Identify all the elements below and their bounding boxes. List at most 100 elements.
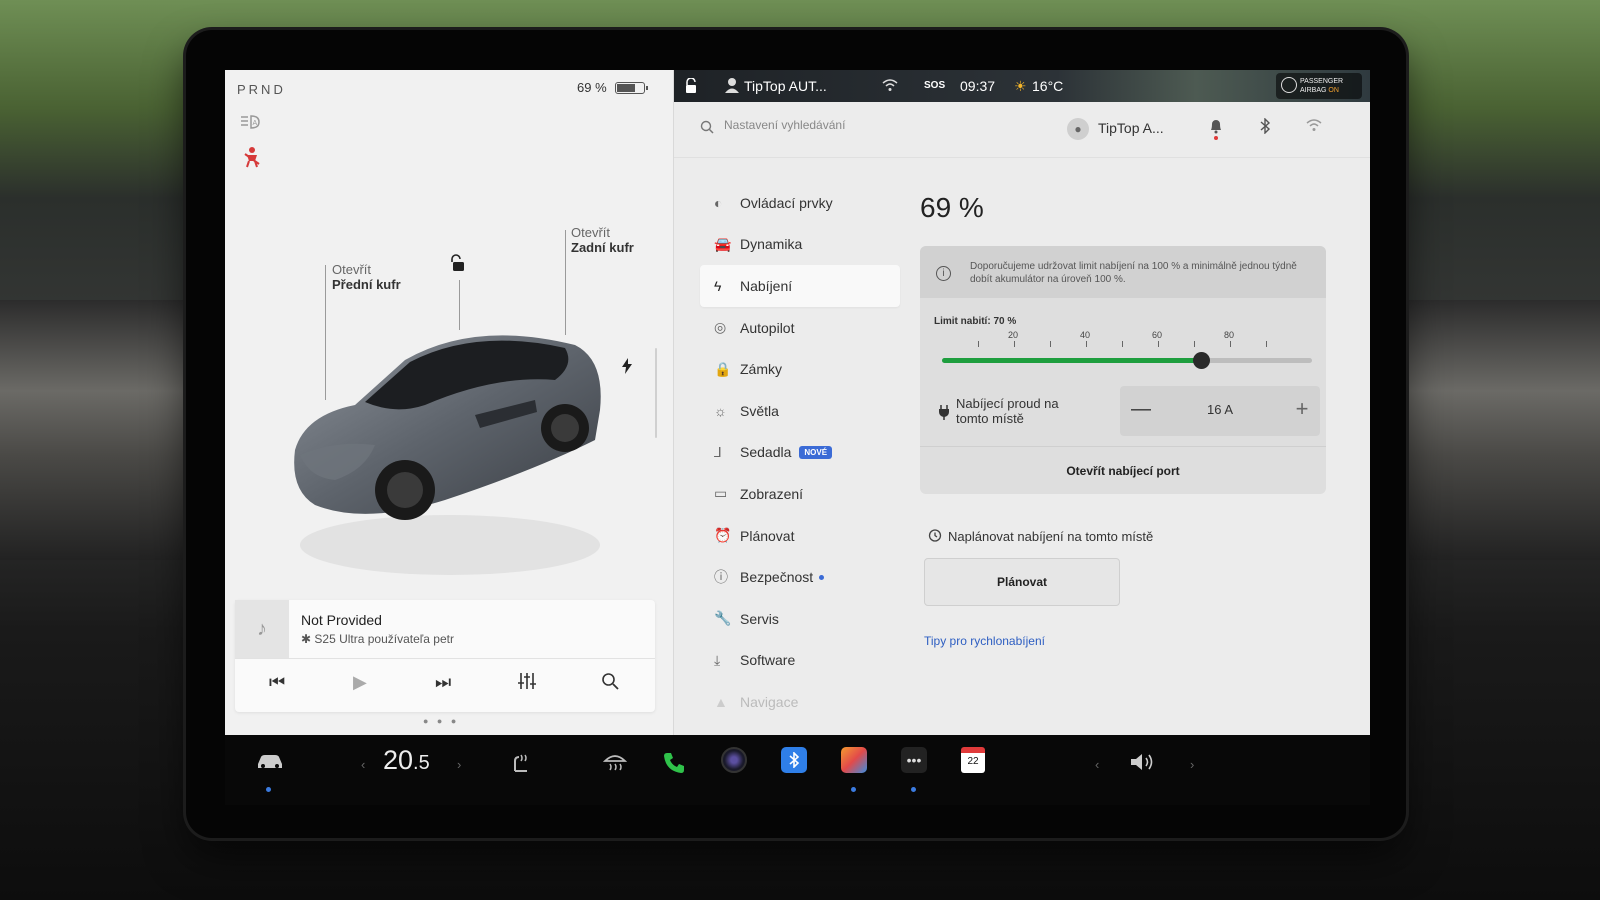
menu-item-display[interactable]: ▭ Zobrazení <box>700 473 900 515</box>
airbag-line1: PASSENGER <box>1300 78 1344 85</box>
battery-indicator: 69 % <box>577 80 648 95</box>
decrease-current-button[interactable]: — <box>1130 398 1152 421</box>
charge-limit-card: i Doporučujeme udržovat limit nabíjení n… <box>920 246 1326 494</box>
menu-item-label: Zobrazení <box>740 485 804 502</box>
profile-icon[interactable] <box>724 76 740 97</box>
front-trunk-action: Otevřít <box>332 262 372 277</box>
bluetooth-icon: ✱ <box>301 632 315 646</box>
menu-item-dynamics[interactable]: 🚘 Dynamika <box>700 224 900 266</box>
slider-tick <box>978 341 979 347</box>
play-icon[interactable]: ▶ <box>353 672 367 693</box>
airbag-line2: AIRBAG <box>1300 87 1327 94</box>
temp-up-chevron[interactable]: › <box>457 757 461 772</box>
car-icon: 🚘 <box>714 235 732 252</box>
unlock-icon[interactable] <box>447 254 465 277</box>
menu-item-safety[interactable]: ⓘ Bezpečnost <box>700 556 900 598</box>
headlights-icon[interactable]: A <box>239 114 261 130</box>
battery-icon <box>614 81 648 94</box>
menu-item-autopilot[interactable]: ◎ Autopilot <box>700 307 900 349</box>
lock-icon: 🔒 <box>714 360 732 377</box>
menu-item-label: Ovládací prvky <box>740 194 833 211</box>
more-icon[interactable]: ••• <box>901 747 927 773</box>
menu-item-label: Světla <box>740 402 779 419</box>
menu-item-schedule[interactable]: ⏰ Plánovat <box>700 515 900 557</box>
navigation-icon: ▲ <box>714 693 728 710</box>
bell-icon[interactable] <box>1209 118 1223 137</box>
menu-item-seats[interactable]: ⅃ Sedadla NOVÉ <box>700 432 900 474</box>
slider-tick <box>1230 341 1231 347</box>
camera-icon[interactable] <box>721 747 747 773</box>
defrost-icon[interactable] <box>602 751 628 779</box>
slider-thumb[interactable] <box>1193 352 1210 369</box>
status-bar: TipTop AUT... SOS 09:37 ☀ 16°C PASSENGER… <box>674 70 1370 102</box>
menu-item-navigation[interactable]: ▲ Navigace <box>700 681 900 723</box>
svg-text:A: A <box>253 120 258 127</box>
user-name[interactable]: TipTop A... <box>1098 120 1164 136</box>
schedule-label: Naplánovat nabíjení na tomto místě <box>948 529 1154 544</box>
slider-fill <box>942 358 1201 363</box>
front-trunk-button[interactable]: Otevřít Přední kufr <box>332 262 401 292</box>
menu-item-charging[interactable]: ϟ Nabíjení <box>700 265 900 307</box>
sos-indicator[interactable]: SOS <box>924 80 945 91</box>
wifi-icon <box>882 78 898 95</box>
equalizer-icon[interactable] <box>517 672 537 695</box>
track-title: Not Provided <box>301 612 382 628</box>
bolt-icon: ϟ <box>714 277 722 294</box>
user-icon[interactable]: ● <box>1067 118 1089 140</box>
settings-search-input[interactable] <box>724 118 1024 132</box>
sun-icon: ☀ <box>1014 78 1027 94</box>
seat-heat-icon[interactable] <box>509 751 533 781</box>
menu-item-lights[interactable]: ☼ Světla <box>700 390 900 432</box>
bluetooth-icon[interactable] <box>1259 117 1271 137</box>
page-dots: ● ● ● <box>423 716 460 726</box>
rear-trunk-label: Zadní kufr <box>571 240 634 255</box>
recommendation-text: Doporučujeme udržovat limit nabíjení na … <box>970 261 1297 285</box>
cabin-temperature[interactable]: 20.5 <box>383 745 430 776</box>
active-app-dot <box>851 787 856 792</box>
wrench-icon: 🔧 <box>714 610 732 627</box>
charge-limit-slider[interactable] <box>942 352 1312 369</box>
rear-trunk-button[interactable]: Otevřít Zadní kufr <box>571 225 634 255</box>
next-icon[interactable]: ⏭ <box>435 672 451 693</box>
volume-up-chevron[interactable]: › <box>1190 757 1194 772</box>
lock-status-icon[interactable] <box>684 77 698 97</box>
battery-percent: 69 % <box>577 80 607 95</box>
track-source-text: S25 Ultra používateľa petr <box>314 632 454 646</box>
previous-icon[interactable]: ⏮ <box>269 672 285 693</box>
supercharging-tips-link[interactable]: Tipy pro rychlonabíjení <box>924 634 1045 648</box>
phone-icon[interactable] <box>662 751 686 781</box>
calendar-icon[interactable]: 22 <box>961 747 985 773</box>
wifi-icon[interactable] <box>1306 118 1322 135</box>
temp-down-chevron[interactable]: ‹ <box>361 757 365 772</box>
menu-item-locks[interactable]: 🔒 Zámky <box>700 348 900 390</box>
schedule-row: Naplánovat nabíjení na tomto místě <box>928 528 1153 545</box>
menu-item-label: Software <box>740 652 796 669</box>
car-render <box>275 320 615 580</box>
bluetooth-app-icon[interactable] <box>781 747 807 773</box>
volume-down-chevron[interactable]: ‹ <box>1095 757 1099 772</box>
update-dot <box>819 574 825 580</box>
slider-tick <box>1194 341 1195 347</box>
slider-tick <box>1266 341 1267 347</box>
open-charge-port-button[interactable]: Otevřít nabíjecí port <box>920 446 1326 494</box>
steering-wheel-icon: ◎ <box>714 319 727 336</box>
media-divider <box>235 658 655 659</box>
alarm-clock-icon <box>928 528 942 545</box>
menu-item-controls[interactable]: ◐ Ovládací prvky <box>700 182 900 224</box>
volume-icon[interactable] <box>1129 751 1155 779</box>
media-search-icon[interactable] <box>601 672 619 695</box>
clock: 09:37 <box>960 78 996 94</box>
increase-current-button[interactable]: + <box>1292 396 1312 422</box>
schedule-button[interactable]: Plánovat <box>924 558 1120 606</box>
menu-item-label: Navigace <box>740 693 799 710</box>
display-icon: ▭ <box>714 485 728 502</box>
tick-label-60: 60 <box>1152 330 1163 340</box>
menu-item-service[interactable]: 🔧 Servis <box>700 598 900 640</box>
menu-item-software[interactable]: ⤓ Software <box>700 640 900 682</box>
sun-icon: ☼ <box>714 402 727 419</box>
battery-fill <box>616 83 635 92</box>
car-icon[interactable] <box>255 751 285 777</box>
games-icon[interactable] <box>841 747 867 773</box>
active-app-dot <box>911 787 916 792</box>
profile-name[interactable]: TipTop AUT... <box>744 78 827 94</box>
